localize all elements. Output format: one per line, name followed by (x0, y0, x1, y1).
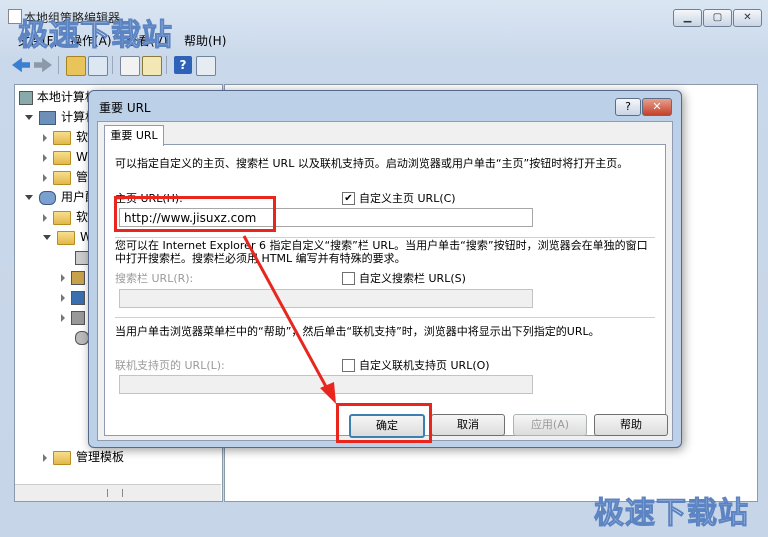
watermark-bottom: 极速下载站 (594, 496, 749, 532)
arrow-head-icon (320, 382, 336, 404)
arrow-line (242, 235, 332, 395)
annotation-arrow (242, 235, 336, 404)
tab-important-url[interactable]: 重要 URL (104, 125, 164, 146)
watermark-top: 极速下载站 (18, 18, 173, 54)
